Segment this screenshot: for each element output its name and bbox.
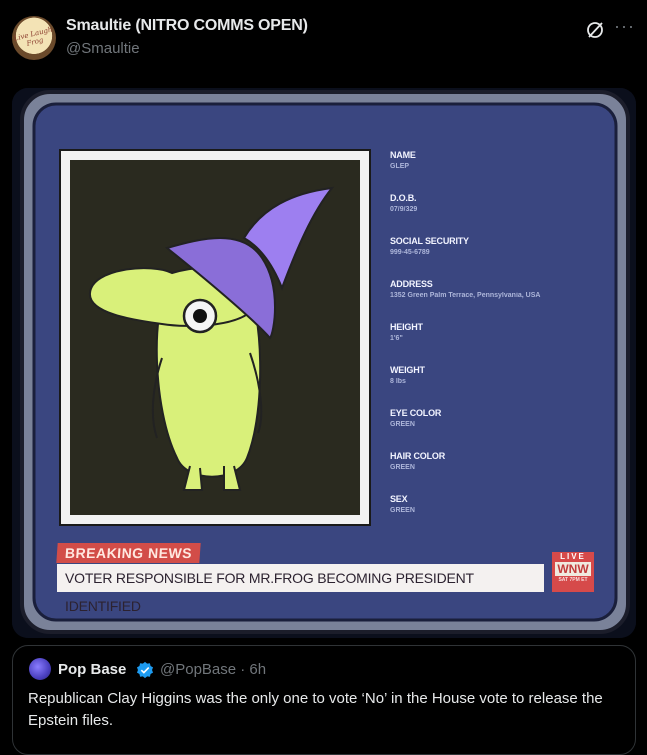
channel-logo: WNW xyxy=(555,562,591,576)
quoted-post-text: Republican Clay Higgins was the only one… xyxy=(28,690,603,729)
field-value: 1'6" xyxy=(390,335,403,342)
post-header: Live Laugh Frog Smaultie (NITRO COMMS OP… xyxy=(0,0,647,80)
quoted-handle-time[interactable]: @PopBase · 6h xyxy=(160,661,266,678)
news-ticker: VOTER RESPONSIBLE FOR MR.FROG BECOMING P… xyxy=(57,564,544,614)
field-value: GLEP xyxy=(390,163,410,170)
field-name: HEIGHT xyxy=(390,322,423,332)
field-value: 8 lbs xyxy=(390,378,406,385)
quoted-post[interactable]: Pop Base @PopBase · 6h Republican Clay H… xyxy=(12,645,636,755)
field-name: WEIGHT xyxy=(390,365,425,375)
field-name: SEX xyxy=(390,494,408,504)
live-badge: LIVE WNW SAT 7PM ET xyxy=(552,552,594,592)
live-label: LIVE xyxy=(560,552,586,561)
field-value: 999-45-6789 xyxy=(390,249,430,256)
quoted-display-name[interactable]: Pop Base xyxy=(58,661,126,678)
breaking-news-label: BREAKING NEWS xyxy=(56,543,201,563)
field-value: GREEN xyxy=(390,421,415,428)
more-icon[interactable]: ··· xyxy=(614,16,635,37)
grok-icon[interactable] xyxy=(585,20,605,40)
field-name: ADDRESS xyxy=(390,279,433,289)
field-value: GREEN xyxy=(390,507,415,514)
field-value: 07/9/329 xyxy=(390,206,418,213)
quoted-avatar[interactable] xyxy=(29,658,51,680)
broadcast-time: SAT 7PM ET xyxy=(558,577,588,583)
field-value: GREEN xyxy=(390,464,415,471)
field-name: HAIR COLOR xyxy=(390,451,445,461)
avatar-text: Live Laugh Frog xyxy=(12,25,54,48)
field-name: SOCIAL SECURITY xyxy=(390,236,469,246)
field-name: NAME xyxy=(390,150,416,160)
post-media-image[interactable]: NAME GLEP D.O.B. 07/9/329 SOCIAL SECURIT… xyxy=(12,88,636,638)
author-avatar[interactable]: Live Laugh Frog xyxy=(12,16,56,60)
author-display-name[interactable]: Smaultie (NITRO COMMS OPEN) xyxy=(66,17,308,35)
field-value: 1352 Green Palm Terrace, Pennsylvania, U… xyxy=(390,292,541,299)
field-name: D.O.B. xyxy=(390,193,417,203)
field-name: EYE COLOR xyxy=(390,408,442,418)
verified-badge-icon xyxy=(136,661,154,679)
author-handle[interactable]: @Smaultie xyxy=(66,40,140,57)
